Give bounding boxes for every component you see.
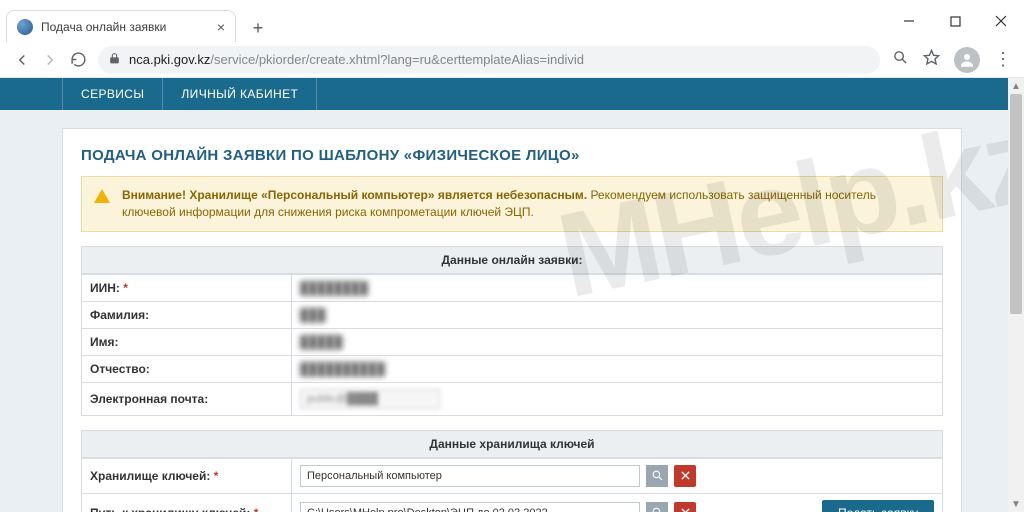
row-patronymic: Отчество: ██████████ xyxy=(82,355,943,382)
address-bar[interactable]: nca.pki.gov.kz/service/pkiorder/create.x… xyxy=(98,46,880,74)
required-mark: * xyxy=(254,506,259,512)
firstname-label: Имя: xyxy=(82,328,292,355)
nav-reload-button[interactable] xyxy=(64,46,92,74)
keystore-path-label: Путь к хранилищу ключей: xyxy=(90,506,250,512)
required-mark: * xyxy=(123,281,128,295)
nav-forward-button[interactable] xyxy=(36,46,64,74)
lastname-label: Фамилия: xyxy=(82,301,292,328)
keystore-path-clear-button[interactable] xyxy=(674,502,696,512)
window-minimize[interactable] xyxy=(886,6,932,36)
section-applicant-header: Данные онлайн заявки: xyxy=(81,246,943,274)
keystore-path-input[interactable] xyxy=(300,502,640,512)
url-host: nca.pki.gov.kz xyxy=(129,52,210,67)
warning-alert: Внимание! Хранилище «Персональный компью… xyxy=(81,176,943,232)
keystore-input[interactable] xyxy=(300,465,640,487)
required-mark: * xyxy=(214,469,219,483)
row-keystore: Хранилище ключей: * xyxy=(82,458,943,493)
nav-cabinet[interactable]: ЛИЧНЫЙ КАБИНЕТ xyxy=(163,78,317,110)
favicon-icon xyxy=(17,19,33,35)
nav-back-button[interactable] xyxy=(8,46,36,74)
search-in-page-icon[interactable] xyxy=(892,49,909,71)
scrollbar-thumb[interactable] xyxy=(1010,94,1022,314)
alert-bold: Внимание! Хранилище «Персональный компью… xyxy=(122,188,587,202)
keystore-label: Хранилище ключей: xyxy=(90,469,210,483)
section-keystore-header: Данные хранилища ключей xyxy=(81,430,943,458)
keystore-browse-button[interactable] xyxy=(646,465,668,487)
nav-services[interactable]: СЕРВИСЫ xyxy=(62,78,163,110)
scrollbar-up-icon[interactable]: ▲ xyxy=(1008,78,1024,94)
keystore-clear-button[interactable] xyxy=(674,465,696,487)
scrollbar-down-icon[interactable]: ▼ xyxy=(1008,496,1024,512)
patronymic-label: Отчество: xyxy=(82,355,292,382)
url-path: /service/pkiorder/create.xhtml?lang=ru&c… xyxy=(210,52,584,67)
email-label: Электронная почта: xyxy=(82,382,292,415)
browser-tab[interactable]: Подача онлайн заявки × xyxy=(6,10,236,42)
browser-menu-button[interactable]: ⋮ xyxy=(994,49,1012,70)
window-close[interactable] xyxy=(978,6,1024,36)
window-controls xyxy=(886,6,1024,36)
firstname-value: █████ xyxy=(300,335,343,349)
bookmark-icon[interactable] xyxy=(923,49,940,71)
new-tab-button[interactable]: + xyxy=(244,14,272,42)
row-iin: ИИН: * ████████ xyxy=(82,274,943,301)
iin-label: ИИН: xyxy=(90,281,120,295)
profile-avatar[interactable] xyxy=(954,47,980,73)
email-value: public@████ xyxy=(300,389,440,409)
vertical-scrollbar[interactable]: ▲ ▼ xyxy=(1008,78,1024,512)
tab-close-icon[interactable]: × xyxy=(217,19,225,35)
page-title: ПОДАЧА ОНЛАЙН ЗАЯВКИ ПО ШАБЛОНУ «ФИЗИЧЕС… xyxy=(81,147,943,164)
warning-icon xyxy=(94,189,110,203)
row-email: Электронная почта: public@████ xyxy=(82,382,943,415)
row-firstname: Имя: █████ xyxy=(82,328,943,355)
lastname-value: ███ xyxy=(300,308,326,322)
tab-title: Подача онлайн заявки xyxy=(41,20,209,34)
row-keystore-path: Путь к хранилищу ключей: * Подать заявку xyxy=(82,493,943,512)
keystore-path-browse-button[interactable] xyxy=(646,502,668,512)
patronymic-value: ██████████ xyxy=(300,362,385,376)
iin-value: ████████ xyxy=(300,281,368,295)
window-maximize[interactable] xyxy=(932,6,978,36)
row-lastname: Фамилия: ███ xyxy=(82,301,943,328)
submit-button[interactable]: Подать заявку xyxy=(822,500,934,512)
lock-icon xyxy=(108,52,121,68)
